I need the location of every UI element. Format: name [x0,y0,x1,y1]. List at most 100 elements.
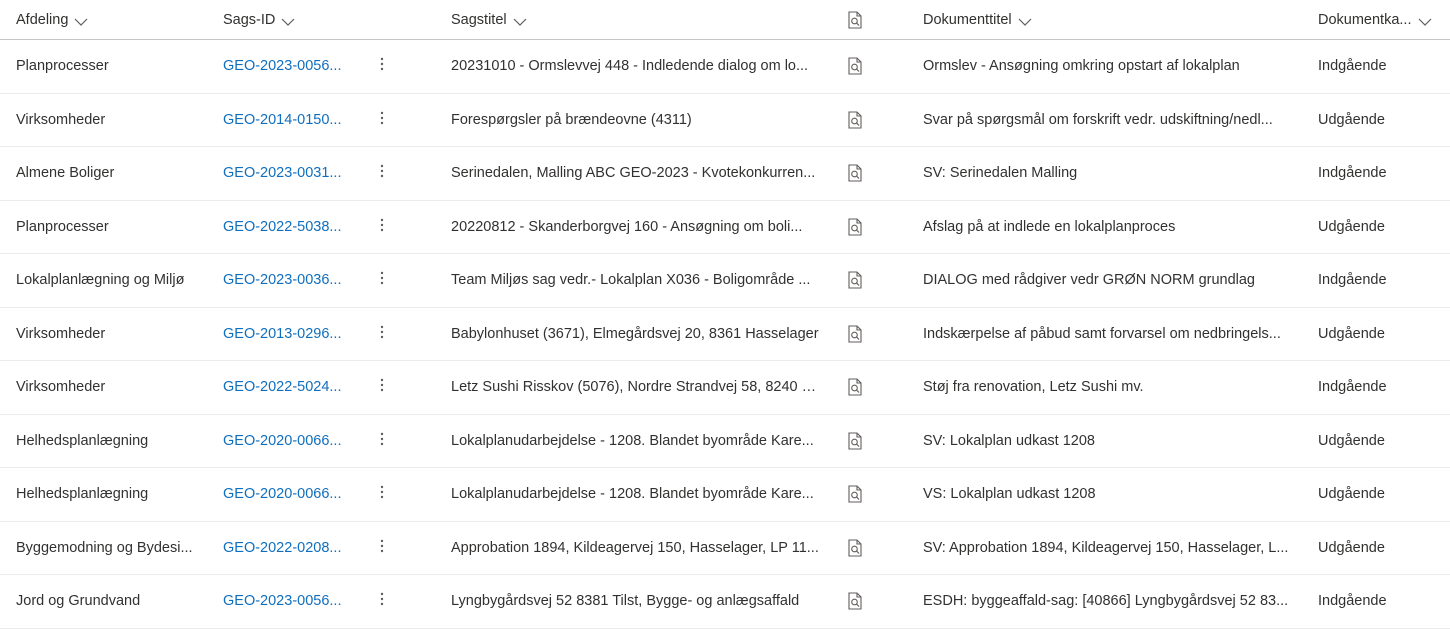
chevron-down-icon [1018,15,1032,26]
sagstitel-cell: Team Miljøs sag vedr.- Lokalplan X036 - … [451,272,811,289]
dokumenttitel-cell: Afslag på at indlede en lokalplanproces [923,218,1176,235]
sags-id-link[interactable]: GEO-2023-0056... [223,58,343,74]
document-search-icon[interactable] [847,485,865,503]
column-header-label: Sagstitel [451,11,507,28]
table-row[interactable]: Helhedsplanlægning GEO-2020-0066... Loka… [0,468,1450,522]
dokumentkategori-cell: Udgående [1318,432,1385,449]
dokumenttitel-cell: SV: Approbation 1894, Kildeagervej 150, … [923,539,1289,556]
document-search-icon[interactable] [847,57,865,75]
dokumenttitel-cell: SV: Lokalplan udkast 1208 [923,432,1095,449]
sags-id-link[interactable]: GEO-2020-0066... [223,486,343,502]
afdeling-cell: Helhedsplanlægning [16,486,149,503]
sags-id-link[interactable]: GEO-2014-0150... [223,112,343,128]
table-row[interactable]: Virksomheder GEO-2022-5024... Letz Sushi… [0,361,1450,415]
table-row[interactable]: Planprocesser GEO-2023-0056... 20231010 … [0,40,1450,94]
dokumenttitel-cell: Ormslev - Ansøgning omkring opstart af l… [923,58,1240,75]
dokumenttitel-cell: DIALOG med rådgiver vedr GRØN NORM grund… [923,272,1255,289]
more-vertical-icon[interactable] [372,591,392,611]
afdeling-cell: Virksomheder [16,325,106,342]
document-search-icon[interactable] [847,164,865,182]
chevron-down-icon [281,15,295,26]
sags-id-link[interactable]: GEO-2020-0066... [223,433,343,449]
afdeling-cell: Lokalplanlægning og Miljø [16,272,185,289]
document-search-icon[interactable] [847,378,865,396]
dokumentkategori-cell: Udgående [1318,325,1385,342]
table-row[interactable]: Byggemodning og Bydesi... GEO-2022-0208.… [0,522,1450,575]
dokumentkategori-cell: Udgående [1318,218,1385,235]
dokumentkategori-cell: Indgående [1318,272,1387,289]
more-vertical-icon[interactable] [372,324,392,344]
sagstitel-cell: Lyngbygårdsvej 52 8381 Tilst, Bygge- og … [451,593,800,610]
dokumenttitel-cell: VS: Lokalplan udkast 1208 [923,486,1096,503]
dokumenttitel-cell: SV: Serinedalen Malling [923,165,1078,182]
column-header-dokumentkategori[interactable]: Dokumentka... [1318,12,1442,28]
sags-id-link[interactable]: GEO-2022-5024... [223,379,343,395]
sagstitel-cell: Letz Sushi Risskov (5076), Nordre Strand… [451,379,823,396]
afdeling-cell: Almene Boliger [16,165,115,182]
table-row[interactable]: Jord og Grundvand GEO-2023-0056... Lyngb… [0,575,1450,629]
more-vertical-icon[interactable] [372,538,392,558]
table-row[interactable]: Virksomheder GEO-2013-0296... Babylonhus… [0,308,1450,361]
document-search-icon[interactable] [847,10,865,29]
more-vertical-icon[interactable] [372,431,392,451]
sagstitel-cell: Lokalplanudarbejdelse - 1208. Blandet by… [451,432,814,449]
sagstitel-cell: Lokalplanudarbejdelse - 1208. Blandet by… [451,486,814,503]
document-search-icon[interactable] [847,432,865,450]
afdeling-cell: Byggemodning og Bydesi... [16,539,193,556]
dokumentkategori-cell: Indgående [1318,379,1387,396]
sags-id-link[interactable]: GEO-2023-0036... [223,272,343,288]
document-search-icon[interactable] [847,271,865,289]
dokumenttitel-cell: Støj fra renovation, Letz Sushi mv. [923,379,1144,396]
column-header-label: Sags-ID [223,11,276,28]
column-header-sagstitel[interactable]: Sagstitel [451,12,823,28]
column-header-row: Afdeling Sags-ID Sagstitel Dokumenttitel… [0,0,1450,40]
table-row[interactable]: Almene Boliger GEO-2023-0031... Serineda… [0,147,1450,201]
more-vertical-icon[interactable] [372,217,392,237]
dokumenttitel-cell: Indskærpelse af påbud samt forvarsel om … [923,325,1281,342]
more-vertical-icon[interactable] [372,56,392,76]
sagstitel-cell: 20231010 - Ormslevvej 448 - Indledende d… [451,58,809,75]
sags-id-link[interactable]: GEO-2022-0208... [223,540,343,556]
document-search-icon[interactable] [847,325,865,343]
chevron-down-icon [513,15,527,26]
sagstitel-cell: Approbation 1894, Kildeagervej 150, Hass… [451,539,819,556]
afdeling-cell: Planprocesser [16,218,109,235]
column-header-dokumenttitel[interactable]: Dokumenttitel [923,12,1293,28]
table-row[interactable]: Lokalplanlægning og Miljø GEO-2023-0036.… [0,254,1450,308]
afdeling-cell: Jord og Grundvand [16,593,141,610]
table-row[interactable]: Virksomheder GEO-2014-0150... Forespørgs… [0,94,1450,147]
document-search-icon[interactable] [847,111,865,129]
document-search-icon[interactable] [847,539,865,557]
more-vertical-icon[interactable] [372,110,392,130]
chevron-down-icon [74,15,88,26]
afdeling-cell: Virksomheder [16,111,106,128]
more-vertical-icon[interactable] [372,377,392,397]
column-header-afdeling[interactable]: Afdeling [16,12,206,28]
column-header-label: Afdeling [16,11,69,28]
more-vertical-icon[interactable] [372,270,392,290]
column-header-sags-id[interactable]: Sags-ID [223,12,353,28]
column-header-label: Dokumenttitel [923,11,1012,28]
sags-id-link[interactable]: GEO-2023-0031... [223,165,343,181]
dokumentkategori-cell: Indgående [1318,593,1387,610]
sags-id-link[interactable]: GEO-2013-0296... [223,326,343,342]
more-vertical-icon[interactable] [372,163,392,183]
sags-id-link[interactable]: GEO-2022-5038... [223,219,343,235]
dokumenttitel-cell: ESDH: byggeaffald-sag: [40866] Lyngbygår… [923,593,1289,610]
dokumentkategori-cell: Udgående [1318,486,1385,503]
dokumentkategori-cell: Indgående [1318,58,1387,75]
afdeling-cell: Virksomheder [16,379,106,396]
document-search-icon[interactable] [847,592,865,610]
dokumentkategori-cell: Indgående [1318,165,1387,182]
column-header-label: Dokumentka... [1318,11,1412,28]
table-row[interactable]: Helhedsplanlægning GEO-2020-0066... Loka… [0,415,1450,468]
table-row[interactable]: Planprocesser GEO-2022-5038... 20220812 … [0,201,1450,254]
chevron-down-icon [1418,15,1432,26]
more-vertical-icon[interactable] [372,484,392,504]
sags-id-link[interactable]: GEO-2023-0056... [223,593,343,609]
document-list: Afdeling Sags-ID Sagstitel Dokumenttitel… [0,0,1450,629]
afdeling-cell: Helhedsplanlægning [16,432,149,449]
dokumentkategori-cell: Udgående [1318,539,1385,556]
afdeling-cell: Planprocesser [16,58,109,75]
document-search-icon[interactable] [847,218,865,236]
